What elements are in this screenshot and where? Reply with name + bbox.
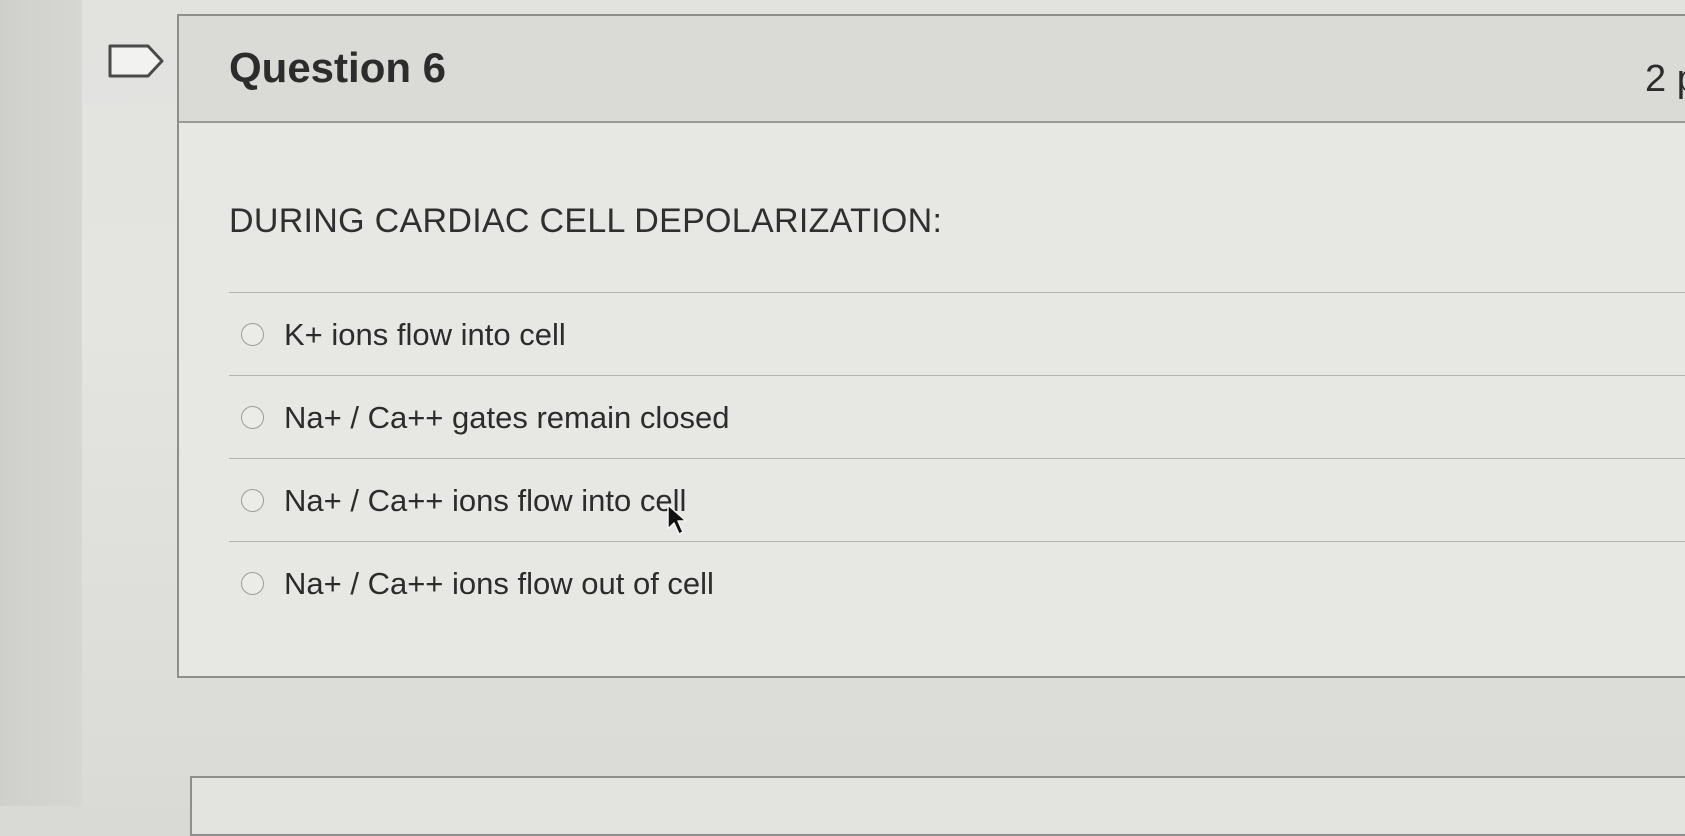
answer-option[interactable]: Na+ / Ca++ gates remain closed xyxy=(229,375,1685,458)
next-question-card xyxy=(190,776,1685,836)
answer-label[interactable]: Na+ / Ca++ ions flow out of cell xyxy=(284,566,714,602)
answer-option[interactable]: Na+ / Ca++ ions flow out of cell xyxy=(229,541,1685,624)
mouse-pointer-icon xyxy=(667,504,687,535)
question-points: 2 p xyxy=(1645,58,1685,100)
answer-option[interactable]: K+ ions flow into cell xyxy=(229,292,1685,375)
radio-button[interactable] xyxy=(241,406,264,429)
radio-button[interactable] xyxy=(241,572,264,595)
answer-label[interactable]: Na+ / Ca++ gates remain closed xyxy=(284,400,729,436)
question-header: Question 6 2 p xyxy=(179,16,1685,123)
answer-option[interactable]: Na+ / Ca++ ions flow into cell xyxy=(229,458,1685,541)
flag-question-icon[interactable] xyxy=(108,44,166,78)
question-title: Question 6 xyxy=(229,44,447,91)
left-gutter xyxy=(0,0,82,806)
radio-button[interactable] xyxy=(241,323,264,346)
question-prompt: DURING CARDIAC CELL DEPOLARIZATION: xyxy=(229,202,943,240)
radio-button[interactable] xyxy=(241,489,264,512)
question-card: Question 6 2 p DURING CARDIAC CELL DEPOL… xyxy=(177,14,1685,678)
answer-label[interactable]: K+ ions flow into cell xyxy=(284,317,566,353)
answer-list: K+ ions flow into cell Na+ / Ca++ gates … xyxy=(229,292,1685,624)
answer-label[interactable]: Na+ / Ca++ ions flow into cell xyxy=(284,483,686,519)
